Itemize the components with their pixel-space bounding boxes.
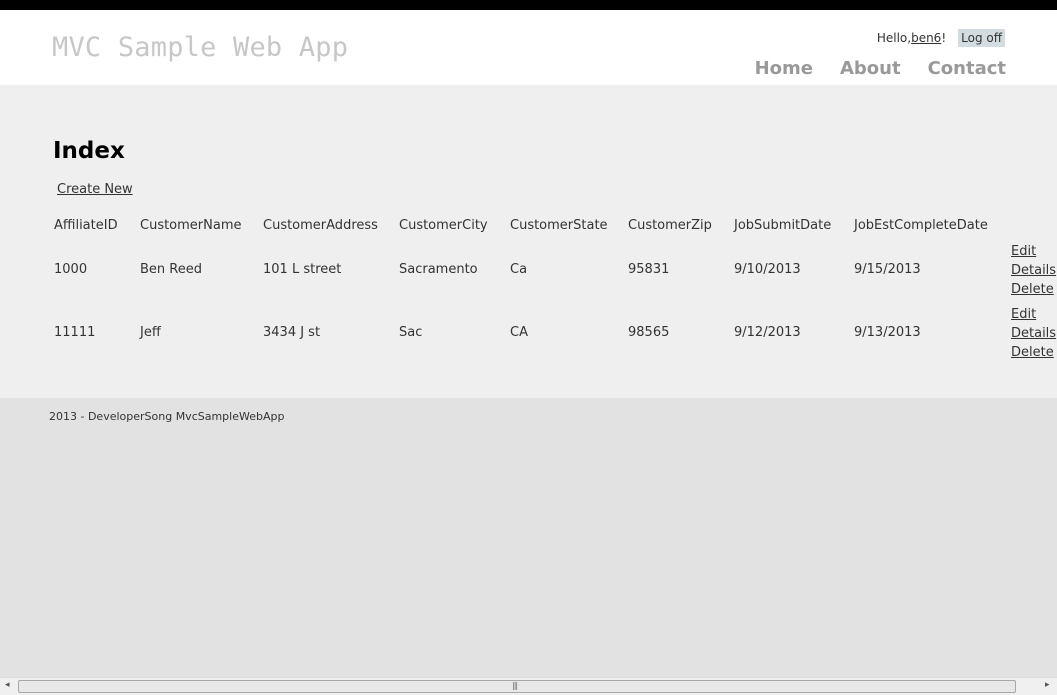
cell-customer-name: Jeff — [140, 325, 161, 340]
grip-icon: ||| — [512, 681, 518, 690]
cell-customer-city: Sacramento — [399, 262, 478, 277]
row-actions: Edit Details Delete — [1011, 305, 1056, 362]
page-title: Index — [53, 138, 125, 164]
edit-link[interactable]: Edit — [1011, 305, 1056, 324]
cell-affiliate-id: 11111 — [54, 325, 96, 340]
cell-customer-zip: 98565 — [628, 325, 670, 340]
column-header: JobEstCompleteDate — [854, 218, 988, 233]
row-actions: Edit Details Delete — [1011, 242, 1056, 299]
edit-link[interactable]: Edit — [1011, 242, 1056, 261]
cell-job-submit-date: 9/10/2013 — [734, 262, 801, 277]
nav-home[interactable]: Home — [755, 58, 813, 79]
details-link[interactable]: Details — [1011, 324, 1056, 343]
delete-link[interactable]: Delete — [1011, 280, 1056, 299]
details-link[interactable]: Details — [1011, 261, 1056, 280]
scroll-right-arrow-icon[interactable]: ▸ — [1045, 680, 1050, 690]
hello-prefix: Hello, — [876, 31, 912, 45]
main-content: Index Create New AffiliateID CustomerNam… — [0, 85, 1057, 398]
nav-contact[interactable]: Contact — [928, 58, 1006, 79]
cell-customer-address: 101 L street — [263, 262, 342, 277]
scroll-left-arrow-icon[interactable]: ◂ — [5, 680, 10, 690]
cell-affiliate-id: 1000 — [54, 262, 88, 277]
window-top-border — [0, 0, 1057, 10]
cell-customer-name: Ben Reed — [140, 262, 202, 277]
horizontal-scrollbar[interactable]: ◂ ||| ▸ — [0, 677, 1057, 695]
cell-job-submit-date: 9/12/2013 — [734, 325, 801, 340]
site-header: MVC Sample Web App Hello, ben6 ! Log off… — [0, 10, 1057, 85]
column-header: CustomerZip — [628, 218, 712, 233]
cell-customer-state: Ca — [510, 262, 528, 277]
footer-copyright: 2013 - DeveloperSong MvcSampleWebApp — [49, 410, 285, 423]
column-header: CustomerCity — [399, 218, 488, 233]
nav-about[interactable]: About — [840, 58, 901, 79]
main-nav: Home About Contact — [755, 58, 1006, 79]
column-header: CustomerState — [510, 218, 608, 233]
scrollbar-thumb[interactable]: ||| — [18, 680, 1016, 693]
cell-job-est-complete-date: 9/13/2013 — [854, 325, 921, 340]
cell-customer-city: Sac — [399, 325, 423, 340]
create-new-link[interactable]: Create New — [57, 182, 133, 197]
column-header: CustomerAddress — [263, 218, 378, 233]
cell-customer-state: CA — [510, 325, 528, 340]
cell-customer-zip: 95831 — [628, 262, 670, 277]
cell-customer-address: 3434 J st — [263, 325, 321, 340]
site-footer: 2013 - DeveloperSong MvcSampleWebApp — [0, 398, 1057, 675]
column-header: JobSubmitDate — [734, 218, 832, 233]
column-header: AffiliateID — [54, 218, 118, 233]
login-partial: Hello, ben6 ! Log off — [877, 28, 1005, 48]
username-link[interactable]: ben6 — [911, 31, 941, 45]
column-header: CustomerName — [140, 218, 242, 233]
site-title[interactable]: MVC Sample Web App — [52, 32, 348, 63]
hello-suffix: ! — [941, 31, 947, 45]
cell-job-est-complete-date: 9/15/2013 — [854, 262, 921, 277]
delete-link[interactable]: Delete — [1011, 343, 1056, 362]
log-off-button[interactable]: Log off — [958, 29, 1005, 47]
